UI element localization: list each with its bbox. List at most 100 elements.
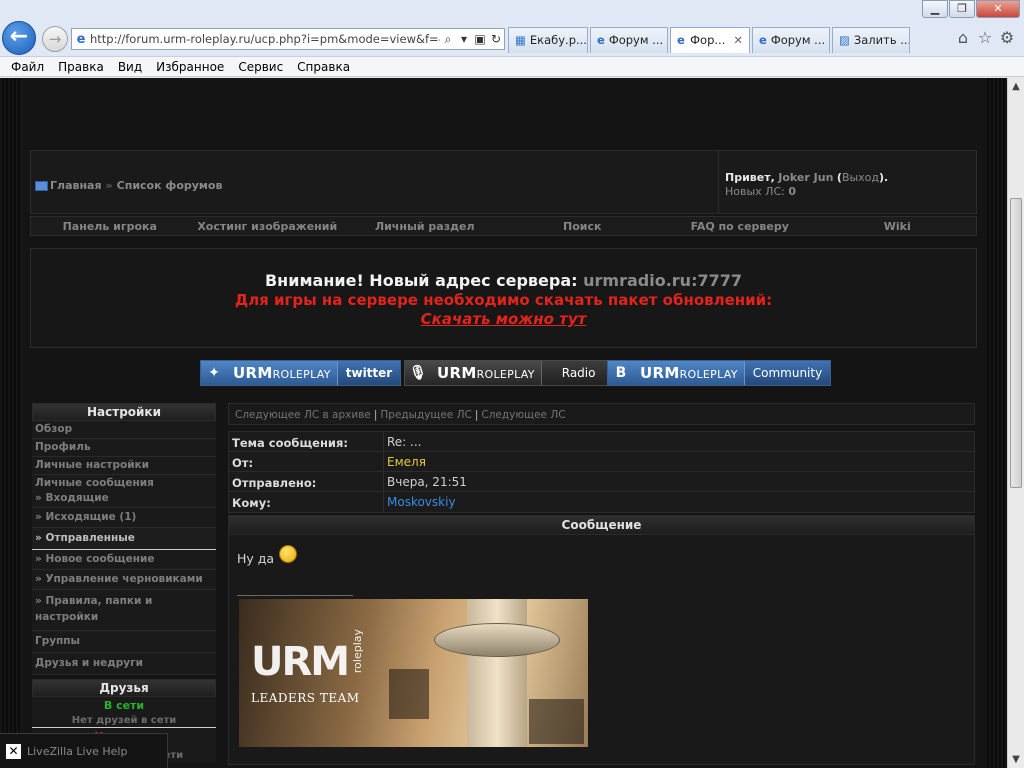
tab-label: Фор... — [690, 33, 726, 47]
ie-favicon-icon: e — [677, 33, 685, 47]
search-icon[interactable]: ⌕ — [440, 32, 456, 47]
tab-4[interactable]: e Форум ... — [752, 27, 830, 53]
banner-brand-small: ROLEPLAY — [679, 368, 738, 381]
close-tab-icon[interactable]: ✕ — [733, 33, 743, 53]
vk-banner[interactable]: B URMROLEPLAY Community — [607, 360, 832, 386]
logout-link[interactable]: Выход — [842, 171, 879, 184]
sender-link[interactable]: Емеля — [384, 452, 426, 471]
wood-border-left — [0, 78, 22, 768]
sent-row: Отправлено: Вчера, 21:51 — [229, 472, 974, 492]
tab-label: Залить ... — [853, 33, 910, 47]
announcement-box: Внимание! Новый адрес сервера: urmradio.… — [30, 248, 977, 348]
nav-search[interactable]: Поиск — [504, 220, 662, 233]
tab-1[interactable]: ▦ Екабу.р... — [508, 27, 588, 53]
menu-edit[interactable]: Правка — [51, 60, 111, 74]
subject-label: Тема сообщения: — [229, 432, 384, 451]
scroll-up-arrow-icon[interactable]: ▲ — [1008, 78, 1024, 95]
menu-view[interactable]: Вид — [111, 60, 149, 74]
compat-view-icon[interactable]: ▣ — [472, 32, 488, 46]
banner-tag: Radio — [540, 361, 616, 385]
gear-icon[interactable]: ⚙ — [996, 28, 1018, 47]
banner-brand-main: URM — [437, 364, 477, 382]
sidebar-item-groups[interactable]: Группы — [32, 631, 216, 653]
tab-5[interactable]: ▨ Залить ... — [832, 27, 910, 53]
home-icon[interactable]: ⌂ — [952, 28, 974, 47]
next-archived-pm-link[interactable]: Следующее ЛС в архиве — [235, 409, 371, 421]
nav-wiki[interactable]: Wiki — [819, 220, 977, 233]
breadcrumb-forum-list[interactable]: Список форумов — [117, 179, 223, 192]
nav-player-panel[interactable]: Панель игрока — [31, 220, 189, 233]
signature-tower-disc — [434, 623, 560, 657]
nav-image-hosting[interactable]: Хостинг изображений — [189, 220, 347, 233]
sidebar-item-drafts[interactable]: » Управление черновиками — [32, 570, 216, 590]
vertical-scrollbar[interactable]: ▲ ▼ — [1007, 78, 1024, 768]
menu-tools[interactable]: Сервис — [231, 60, 290, 74]
banner-brand: URMROLEPLAY — [431, 361, 541, 385]
menu-favorites[interactable]: Избранное — [149, 60, 231, 74]
new-pm-label: Новых ЛС: — [725, 185, 785, 198]
next-pm-link[interactable]: Следующее ЛС — [481, 409, 565, 421]
recipient-link[interactable]: Moskovskiy — [384, 492, 456, 512]
sidebar-item-rules-folders[interactable]: » Правила, папки и настройки — [32, 590, 216, 631]
message-header-table: Тема сообщения: Re: ... От: Емеля Отправ… — [228, 431, 975, 513]
scroll-down-arrow-icon[interactable]: ▼ — [1008, 751, 1024, 768]
scroll-thumb[interactable] — [1010, 198, 1022, 488]
sidebar-item-sent[interactable]: » Отправленные — [32, 528, 216, 550]
address-bar[interactable]: e http://forum.urm-roleplay.ru/ucp.php?i… — [71, 28, 505, 50]
tab-2[interactable]: e Форум ... — [590, 27, 668, 53]
previous-pm-link[interactable]: Предыдущее ЛС — [380, 409, 471, 421]
username-link[interactable]: Joker Jun — [778, 171, 833, 184]
sidebar-item-new-message[interactable]: » Новое сообщение — [32, 550, 216, 570]
banner-tag: Community — [743, 361, 831, 385]
close-icon[interactable]: ✕ — [6, 743, 21, 759]
back-arrow-icon[interactable]: ← — [2, 21, 36, 55]
sidebar-item-profile[interactable]: Профиль — [32, 439, 216, 457]
vk-logo-icon: B — [608, 361, 634, 385]
radio-banner[interactable]: 🎙︎ URMROLEPLAY Radio — [404, 360, 617, 386]
nav-faq[interactable]: FAQ по серверу — [661, 220, 819, 233]
banner-brand-main: URM — [233, 364, 273, 382]
tab-label: Форум ... — [608, 33, 664, 47]
subject-row: Тема сообщения: Re: ... — [229, 432, 974, 452]
livezilla-widget[interactable]: ✕ LiveZilla Live Help — [0, 733, 168, 768]
menu-bar: Файл Правка Вид Избранное Сервис Справка — [0, 56, 1024, 77]
sidebar-item-personal-settings[interactable]: Личные настройки — [32, 457, 216, 475]
dropdown-arrow-icon[interactable]: ▾ — [456, 32, 472, 46]
ie-favicon-icon: e — [759, 33, 767, 47]
image-favicon-icon: ▨ — [839, 33, 850, 47]
breadcrumb-home[interactable]: Главная — [50, 179, 102, 192]
sidebar-item-inbox[interactable]: » Входящие — [32, 490, 216, 508]
sidebar-item-overview[interactable]: Обзор — [32, 421, 216, 439]
favorites-star-icon[interactable]: ☆ — [974, 28, 996, 47]
tab-3-active[interactable]: e Фор... ✕ — [670, 27, 750, 53]
minimize-icon[interactable]: ▁ — [922, 0, 948, 18]
refresh-icon[interactable]: ↻ — [488, 32, 504, 46]
restore-icon[interactable]: ❐ — [949, 0, 975, 18]
ucp-sidebar: Настройки Обзор Профиль Личные настройки… — [32, 403, 216, 762]
download-link[interactable]: Скачать можно тут — [31, 310, 976, 328]
menu-file[interactable]: Файл — [4, 60, 51, 74]
breadcrumb: Главная » Список форумов — [35, 179, 222, 192]
signature-logo-text: URM — [251, 639, 350, 685]
tab-label: Екабу.р... — [529, 33, 587, 47]
server-address: urmradio.ru:7777 — [583, 271, 742, 290]
site-favicon-icon: ▦ — [515, 33, 526, 47]
close-window-icon[interactable]: ✕ — [976, 0, 1020, 18]
twitter-banner[interactable]: ✦ URMROLEPLAY twitter — [200, 360, 402, 386]
menu-help[interactable]: Справка — [290, 60, 357, 74]
nav-separator: | — [474, 409, 479, 421]
to-row: Кому: Moskovskiy — [229, 492, 974, 512]
sidebar-item-friends-foes[interactable]: Друзья и недруги — [32, 653, 216, 675]
livezilla-label[interactable]: LiveZilla Live Help — [27, 745, 127, 758]
forward-arrow-icon[interactable]: → — [42, 26, 68, 52]
address-url[interactable]: http://forum.urm-roleplay.ru/ucp.php?i=p… — [90, 32, 440, 46]
signature-team-text: LEADERS TEAM — [251, 691, 360, 705]
sidebar-item-private-messages[interactable]: Личные сообщения — [32, 475, 216, 490]
signature-divider — [237, 595, 353, 596]
sidebar-item-outbox[interactable]: » Исходящие (1) — [32, 508, 216, 528]
signature-building — [529, 699, 584, 744]
nav-personal-section[interactable]: Личный раздел — [346, 220, 504, 233]
announcement-text: Внимание! Новый адрес сервера: — [264, 271, 578, 290]
window-controls: ▁ ❐ ✕ — [921, 0, 1020, 18]
announcement-line-2: Для игры на сервере необходимо скачать п… — [234, 291, 773, 309]
